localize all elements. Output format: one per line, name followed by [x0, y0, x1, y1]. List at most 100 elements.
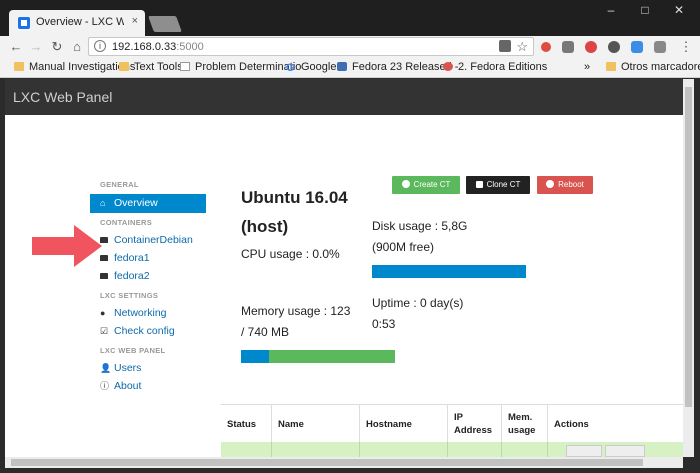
reboot-label: Reboot [558, 180, 584, 189]
url-host: 192.168.0.33 [112, 41, 177, 53]
col-hostname: Hostname [359, 405, 447, 443]
clone-ct-button[interactable]: Clone CT [466, 176, 530, 194]
extension-puzzle-icon[interactable] [654, 41, 666, 53]
vertical-scroll-thumb[interactable] [685, 87, 692, 407]
bookmark-item[interactable]: Fedora 23 Released - [337, 61, 458, 73]
cell-divider [447, 442, 448, 457]
google-icon: G [286, 62, 295, 74]
translate-icon[interactable] [499, 40, 511, 52]
sidebar-item-label: fedora2 [114, 270, 150, 282]
info-circle-icon: ⓘ [100, 381, 110, 391]
bookmark-label: Google [301, 61, 337, 73]
nav-header-containers: CONTAINERS [100, 218, 153, 227]
web-page: LXC Web Panel GENERAL ⌂ Overview CONTAINE… [5, 79, 683, 457]
row-action-button[interactable] [605, 445, 645, 457]
tab-close-icon[interactable]: × [132, 15, 138, 27]
disk-bar-used [372, 265, 526, 278]
minimize-icon[interactable]: – [596, 3, 626, 17]
power-icon [546, 180, 555, 188]
bookmark-item[interactable]: 2. Fedora Editions [443, 61, 547, 73]
globe-icon: ● [100, 308, 106, 318]
sidebar-item-check-config[interactable]: ☑ Check config [90, 322, 206, 341]
col-ip-address: IP Address [447, 405, 501, 443]
bookmark-label: Text Tools [134, 61, 183, 73]
extension-blue-icon[interactable] [631, 41, 643, 53]
address-bar[interactable]: i 192.168.0.33:5000 ☆ [88, 37, 534, 56]
folder-icon [14, 62, 24, 71]
sidebar-item-containerdebian[interactable]: ContainerDebian [90, 231, 206, 250]
bookmarks-bar: Manual Investigations Text Tools Problem… [0, 58, 700, 78]
new-tab-button[interactable] [148, 16, 182, 32]
extension-red-icon[interactable] [541, 42, 551, 52]
sidebar-item-networking[interactable]: ● Networking [90, 304, 206, 323]
bookmark-item[interactable]: G Google [286, 61, 336, 74]
memory-usage-bar [241, 350, 395, 363]
app-brand[interactable]: LXC Web Panel [13, 89, 112, 105]
row-action-button[interactable] [566, 445, 602, 457]
reboot-button[interactable]: Reboot [537, 176, 593, 194]
page-icon [180, 62, 190, 71]
horizontal-scrollbar[interactable] [5, 457, 683, 468]
bookmark-star-icon[interactable]: ☆ [516, 39, 528, 55]
memory-usage-line2: / 740 MB [241, 325, 290, 339]
bookmark-item[interactable]: Text Tools [119, 61, 183, 73]
cell-divider [501, 442, 502, 457]
extension-dark-icon[interactable] [608, 41, 620, 53]
maximize-icon[interactable]: □ [630, 3, 660, 17]
bookmark-item[interactable]: Problem Determinatio [180, 61, 301, 73]
host-title: Ubuntu 16.04 (host) [241, 183, 348, 241]
extension-gray-icon[interactable] [562, 41, 574, 53]
sidebar-item-users[interactable]: 👤 Users [90, 359, 206, 378]
table-row[interactable] [221, 442, 683, 457]
check-icon: ☑ [100, 326, 109, 336]
app-navbar: LXC Web Panel [5, 79, 683, 115]
plus-circle-icon [401, 180, 410, 188]
user-icon: 👤 [100, 363, 112, 373]
create-ct-label: Create CT [413, 180, 451, 189]
browser-menu-icon[interactable]: ⋮ [678, 39, 694, 55]
sidebar-item-fedora2[interactable]: fedora2 [90, 267, 206, 286]
close-window-icon[interactable]: ✕ [664, 3, 694, 17]
sidebar-item-about[interactable]: ⓘ About [90, 377, 206, 396]
browser-tab[interactable]: Overview - LXC Web Pan × [9, 10, 145, 36]
bookmarks-overflow-icon[interactable]: » [584, 61, 590, 73]
url-text: 192.168.0.33:5000 [112, 41, 204, 53]
horizontal-scroll-thumb[interactable] [11, 459, 643, 466]
cell-divider [271, 442, 272, 457]
disk-usage-line1: Disk usage : 5,8G [372, 219, 468, 233]
sidebar-item-label: About [114, 380, 142, 392]
uptime-line1: Uptime : 0 day(s) [372, 296, 464, 310]
nav-header-lxc-web-panel: LXC WEB PANEL [100, 346, 166, 355]
bookmark-item[interactable]: Manual Investigations [14, 61, 135, 73]
back-icon[interactable]: ← [8, 39, 24, 54]
memory-bar-used [241, 350, 269, 363]
copy-icon [475, 181, 483, 188]
url-port: :5000 [176, 41, 204, 53]
cell-divider [547, 442, 548, 457]
browser-titlebar: Overview - LXC Web Pan × – □ ✕ [0, 0, 700, 36]
col-status: Status [227, 418, 257, 430]
containers-table-header: Status Name Hostname IP Address Mem. usa… [221, 404, 683, 443]
other-bookmarks[interactable]: Otros marcadores [606, 61, 700, 73]
col-mem-usage: Mem. usage [501, 405, 547, 443]
host-name: Ubuntu 16.04 [241, 188, 348, 207]
vertical-scrollbar[interactable] [683, 79, 694, 457]
hdd-icon [100, 273, 108, 279]
sidebar-item-overview[interactable]: ⌂ Overview [90, 194, 206, 213]
disk-usage: Disk usage : 5,8G (900M free) [372, 216, 467, 258]
create-ct-button[interactable]: Create CT [392, 176, 460, 194]
hdd-icon [100, 237, 108, 243]
sidebar-item-fedora1[interactable]: fedora1 [90, 249, 206, 268]
sidebar-item-label: Users [114, 362, 142, 374]
adblock-icon[interactable] [585, 41, 597, 53]
home-icon[interactable]: ⌂ [69, 39, 85, 54]
reload-icon[interactable]: ↻ [49, 39, 65, 55]
bookmark-label: 2. Fedora Editions [458, 61, 548, 73]
nav-header-general: GENERAL [100, 180, 139, 189]
folder-icon [119, 62, 129, 71]
info-icon[interactable]: i [94, 40, 106, 52]
home-icon: ⌂ [100, 198, 106, 208]
sidebar-item-label: ContainerDebian [114, 234, 193, 246]
disk-usage-line2: (900M free) [372, 240, 435, 254]
forward-icon[interactable]: → [28, 39, 44, 54]
